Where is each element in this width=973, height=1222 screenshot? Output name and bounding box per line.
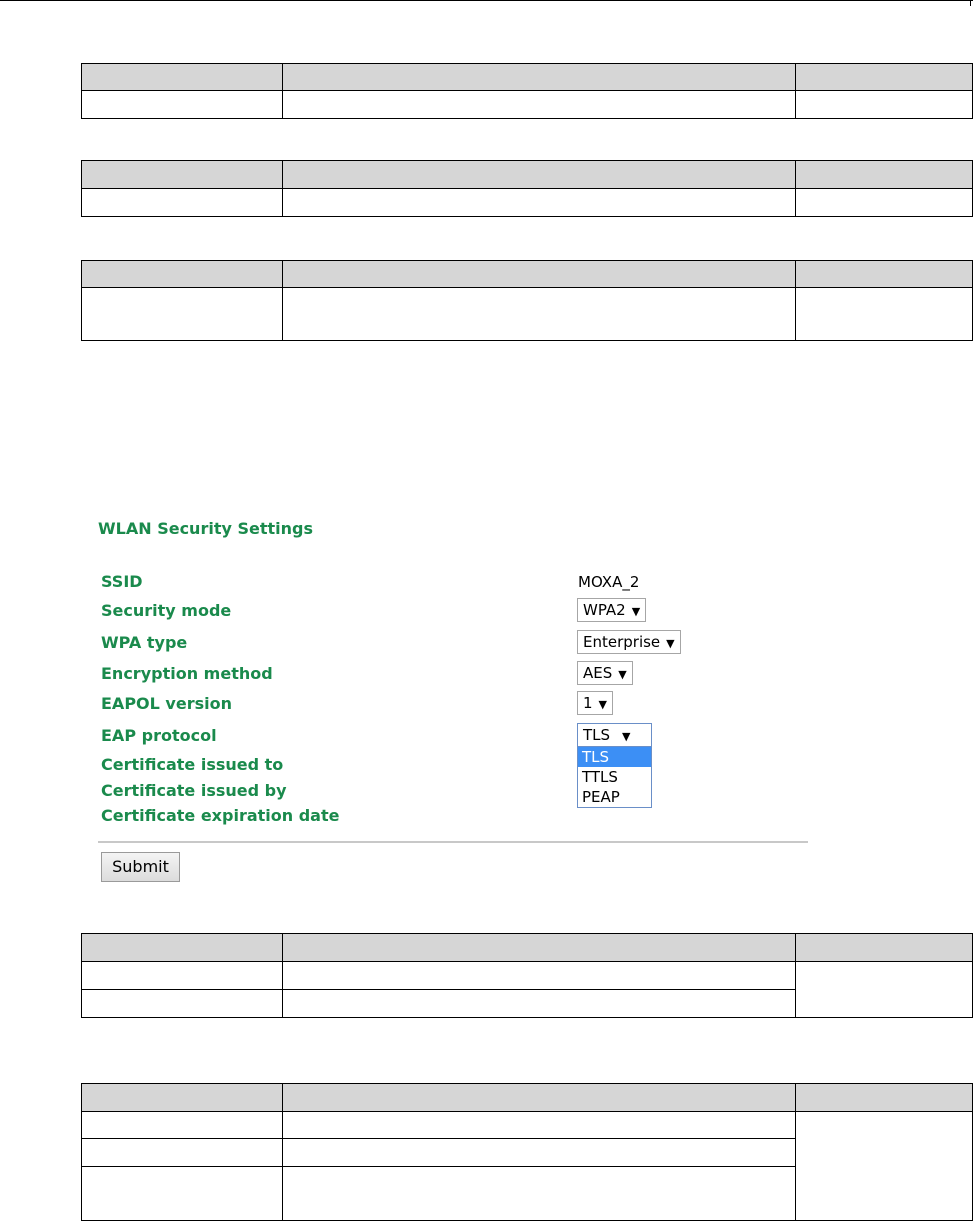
- table-row: [81, 961, 973, 1018]
- chevron-down-icon: ▼: [631, 605, 641, 618]
- chevron-down-icon: ▼: [622, 730, 631, 743]
- eap-protocol-label: EAP protocol: [101, 726, 217, 745]
- eapol-version-select[interactable]: 1 ▼: [577, 691, 614, 715]
- eap-option-peap[interactable]: PEAP: [578, 787, 651, 807]
- form-divider: [98, 841, 808, 843]
- cert-issued-by-label: Certificate issued by: [101, 781, 287, 800]
- wpa-type-label: WPA type: [101, 633, 188, 652]
- spec-table-1: [81, 63, 973, 119]
- wlan-security-panel: WLAN Security Settings SSID MOXA_2 Secur…: [98, 515, 813, 885]
- cert-expiration-label: Certificate expiration date: [101, 806, 340, 825]
- eap-option-tls[interactable]: TLS: [578, 747, 651, 767]
- page-top-rule: [0, 0, 973, 1]
- cert-issued-to-label: Certificate issued to: [101, 755, 284, 774]
- chevron-down-icon: ▼: [598, 698, 608, 711]
- eap-protocol-select[interactable]: TLS ▼: [577, 723, 652, 747]
- page-corner-mark: [970, 0, 971, 6]
- ssid-label: SSID: [101, 572, 143, 591]
- eap-protocol-value: TLS: [583, 726, 611, 744]
- eapol-version-value: 1: [583, 694, 593, 712]
- eap-option-ttls[interactable]: TTLS: [578, 767, 651, 787]
- encryption-method-label: Encryption method: [101, 664, 273, 683]
- security-mode-label: Security mode: [101, 601, 232, 620]
- eap-protocol-dropdown-list: TLS TTLS PEAP: [577, 746, 652, 808]
- security-mode-select[interactable]: WPA2 ▼: [577, 598, 647, 622]
- table-row: [81, 90, 973, 119]
- wpa-type-select[interactable]: Enterprise ▼: [577, 630, 681, 654]
- table-header-row: [81, 933, 973, 962]
- table-row: [81, 287, 973, 341]
- table-header-row: [81, 260, 973, 288]
- spec-table-3: [81, 260, 973, 341]
- table-row: [81, 1111, 973, 1221]
- table-header-row: [81, 160, 973, 189]
- panel-title: WLAN Security Settings: [98, 519, 313, 538]
- spec-table-4: [81, 933, 973, 1018]
- chevron-down-icon: ▼: [666, 637, 675, 650]
- security-mode-value: WPA2: [583, 601, 626, 619]
- table-header-row: [81, 1083, 973, 1112]
- spec-table-2: [81, 160, 973, 217]
- eapol-version-label: EAPOL version: [101, 694, 232, 713]
- table-header-row: [81, 63, 973, 91]
- encryption-method-value: AES: [583, 664, 613, 682]
- spec-table-5: [81, 1083, 973, 1221]
- table-row: [81, 188, 973, 217]
- chevron-down-icon: ▼: [618, 668, 627, 681]
- wpa-type-value: Enterprise: [583, 633, 661, 651]
- ssid-value: MOXA_2: [578, 573, 640, 591]
- submit-button[interactable]: Submit: [101, 852, 180, 882]
- encryption-method-select[interactable]: AES ▼: [577, 661, 633, 685]
